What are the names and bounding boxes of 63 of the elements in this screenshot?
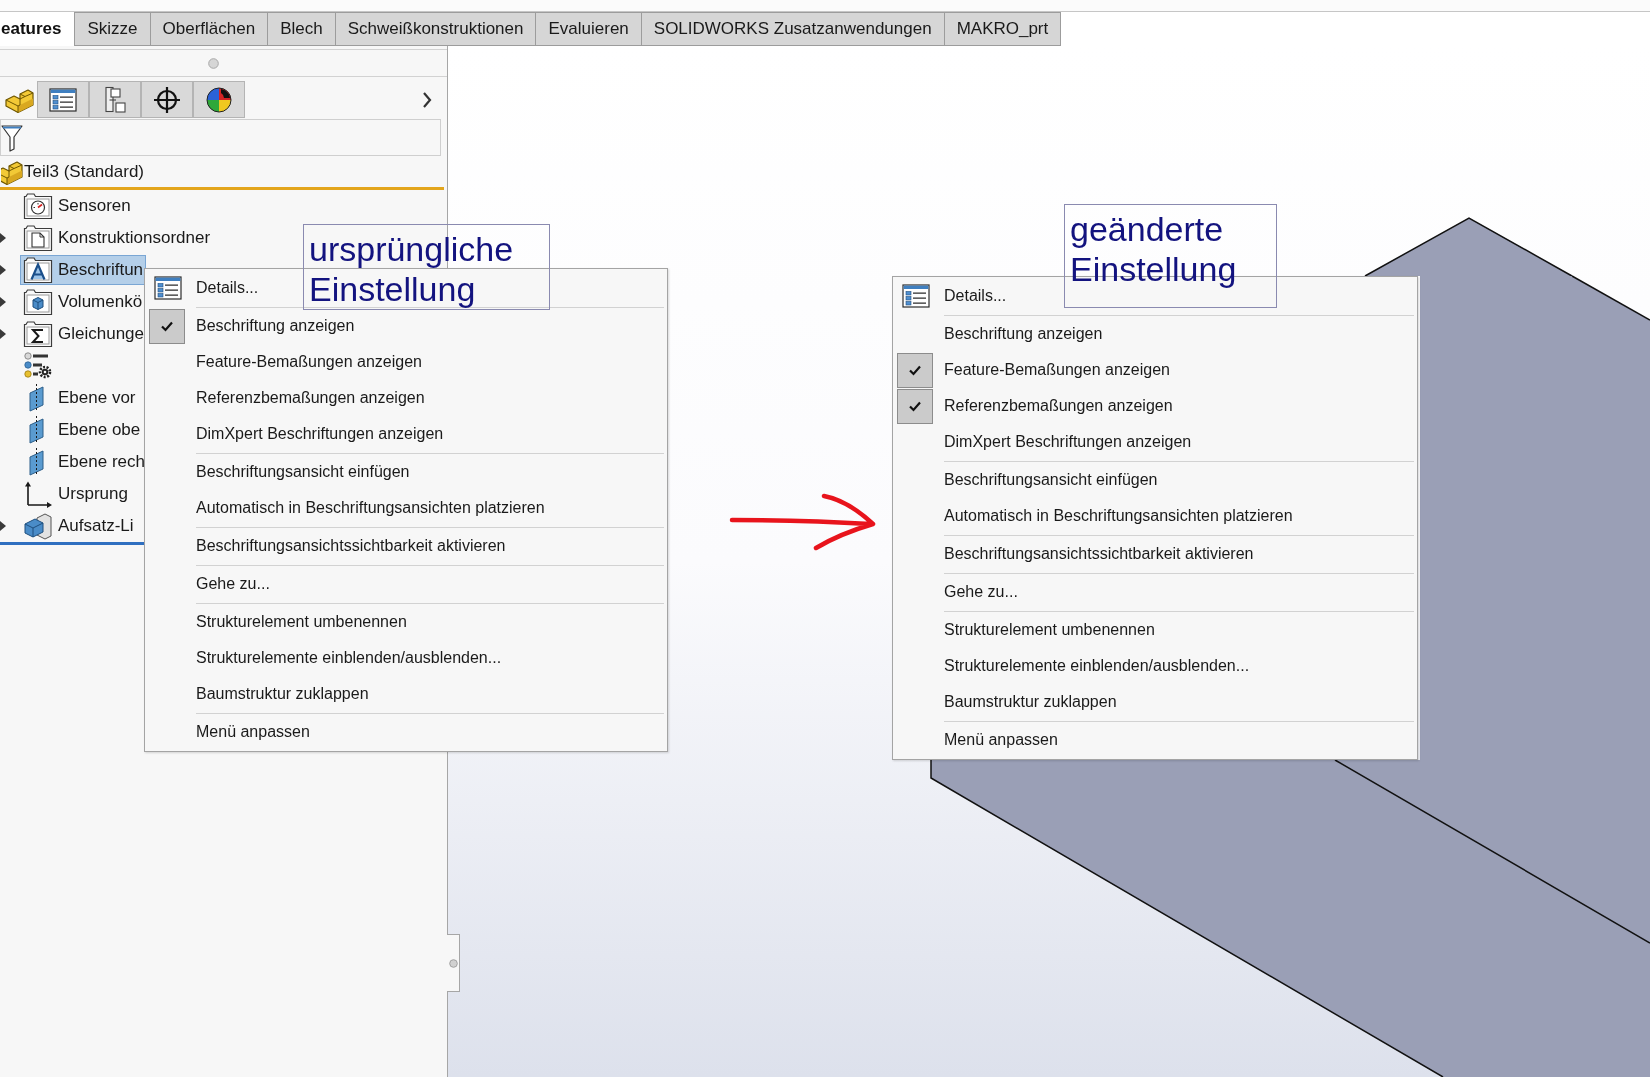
menu-item[interactable]: Feature-Bemaßungen anzeigen <box>893 352 1174 388</box>
menu-item[interactable]: Gehe zu... <box>145 566 274 602</box>
tree-item[interactable]: Beschriftun <box>20 255 147 285</box>
toolbar-tab[interactable]: Blech <box>268 12 336 46</box>
tree-item[interactable]: Aufsatz-Li <box>20 511 139 541</box>
menu-item[interactable]: Automatisch in Beschriftungsansichten platzieren <box>145 490 549 526</box>
menu-item[interactable]: Beschriftung anzeigen <box>893 316 1107 352</box>
panel-tab[interactable] <box>193 81 245 118</box>
list-window-icon <box>154 276 182 300</box>
panel-collapse-handle[interactable] <box>447 934 460 992</box>
toolbar-tab[interactable]: Evaluieren <box>536 12 642 46</box>
menu-item[interactable]: Baumstruktur zuklappen <box>145 676 373 712</box>
filter-field[interactable] <box>0 119 441 156</box>
menu-item[interactable]: Strukturelemente einblenden/ausblenden... <box>145 640 506 676</box>
menu-item[interactable]: Details... <box>145 270 265 306</box>
menu-item[interactable]: Beschriftungsansichtssichtbarkeit aktivieren <box>145 528 510 564</box>
tree-item[interactable]: Sensoren <box>20 191 136 221</box>
tree-item[interactable]: Konstruktionsordner <box>20 223 216 253</box>
axes-icon <box>23 480 53 508</box>
toolbar-tab[interactable]: Oberflächen <box>150 12 269 46</box>
dots-and-gear-icon <box>23 352 53 380</box>
annotation-folder-icon <box>23 256 53 284</box>
document-folder-icon <box>23 224 53 252</box>
menu-item[interactable]: Beschriftungsansicht einfügen <box>893 462 1162 498</box>
handle-dot-icon <box>208 57 219 69</box>
tree-item[interactable]: Volumenkö <box>20 287 148 317</box>
menu-item[interactable]: Strukturelement umbenennen <box>145 604 411 640</box>
tree-item[interactable]: Teil3 (Standard) <box>0 157 149 187</box>
tree-item[interactable]: Ebene vor <box>20 383 141 413</box>
chevron-right-icon <box>422 90 432 109</box>
menu-item[interactable]: Beschriftungsansichtssichtbarkeit aktivieren <box>893 536 1258 572</box>
menu-item[interactable]: Strukturelemente einblenden/ausblenden... <box>893 648 1254 684</box>
panel-tab[interactable] <box>141 81 193 118</box>
menu-item[interactable]: Automatisch in Beschriftungsansichten platzieren <box>893 498 1297 534</box>
menu-item[interactable]: Referenzbemaßungen anzeigen <box>145 380 429 416</box>
tree-item[interactable]: Ursprung <box>20 479 133 509</box>
toolbar-tab[interactable]: MAKRO_prt <box>944 12 1062 46</box>
menu-item[interactable]: Details... <box>893 278 1013 314</box>
gauge-folder-icon <box>23 192 53 220</box>
cube-folder-icon <box>23 288 53 316</box>
sum-folder-icon <box>23 320 53 348</box>
menu-item[interactable]: Baumstruktur zuklappen <box>893 684 1121 720</box>
property-list-icon <box>49 87 77 112</box>
toolbar-tab[interactable]: Schweißkonstruktionen <box>335 12 537 46</box>
crosshair-icon <box>152 85 182 114</box>
handle-dot-icon <box>448 958 458 968</box>
menu-item[interactable]: Referenzbemaßungen anzeigen <box>893 388 1177 424</box>
menu-item[interactable]: DimXpert Beschriftungen anzeigen <box>893 424 1196 460</box>
menu-item[interactable]: Menü anpassen <box>145 714 314 750</box>
menu-item[interactable]: Gehe zu... <box>893 574 1022 610</box>
extruded-block-icon <box>23 512 53 540</box>
list-window-icon <box>902 284 930 308</box>
toolbar-tab[interactable]: eatures <box>0 12 76 46</box>
color-sphere-icon <box>204 85 234 114</box>
menu-item[interactable]: Menü anpassen <box>893 722 1062 758</box>
annotation-note: ursprüngliche Einstellung <box>303 224 550 310</box>
toolbar-tab[interactable]: SOLIDWORKS Zusatzanwendungen <box>641 12 945 46</box>
annotation-note: geänderte Einstellung <box>1064 204 1277 308</box>
filter-icon <box>1 123 23 152</box>
tree-item[interactable]: Ebene obe <box>20 415 146 445</box>
toolbar-tab[interactable]: Skizze <box>75 12 151 46</box>
panel-tab[interactable] <box>37 81 89 118</box>
menu-item[interactable]: Strukturelement umbenennen <box>893 612 1159 648</box>
